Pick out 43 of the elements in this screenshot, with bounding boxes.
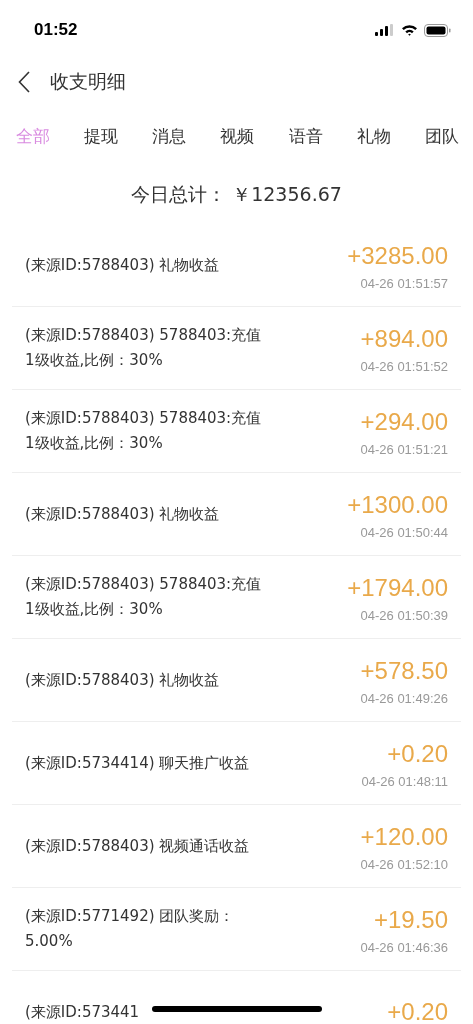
- record-time: 04-26 01:51:52: [360, 358, 448, 374]
- filter-tab[interactable]: 提现: [84, 124, 119, 148]
- record-amount: +1794.00: [347, 572, 448, 603]
- record-amount: +1300.00: [347, 489, 448, 520]
- filter-tab[interactable]: 礼物: [356, 124, 391, 148]
- record-amount: +0.20: [386, 738, 448, 769]
- status-time: 01:52: [34, 20, 78, 40]
- record-description: (来源ID:5734414) 聊天推广收益: [25, 752, 250, 774]
- record-description: (来源ID:5788403) 礼物收益: [25, 254, 220, 276]
- record-description: (来源ID:5788403) 5788403:充值1级收益,比例：30%: [25, 325, 263, 371]
- record-description: (来源ID:5788403) 视频通话收益: [25, 835, 250, 857]
- record-amount: +578.50: [360, 655, 448, 686]
- record-description: (来源ID:5788403) 礼物收益: [25, 669, 220, 691]
- page-title: 收支明细: [50, 69, 126, 94]
- record-amount: +894.00: [360, 323, 448, 354]
- wifi-icon: [401, 24, 418, 36]
- record-description: (来源ID:5771492) 团队奖励：5.00%: [25, 906, 236, 952]
- record-amount: +294.00: [360, 406, 448, 437]
- total-label: 今日总计：: [131, 183, 227, 205]
- record-description: (来源ID:5788403) 5788403:充值1级收益,比例：30%: [25, 408, 263, 454]
- record-time: 04-26 01:50:44: [359, 524, 448, 540]
- battery-icon: [424, 23, 451, 37]
- record-amount: +19.50: [372, 904, 448, 935]
- record-time: 04-26 01:46:36: [360, 939, 448, 955]
- record-description: (来源ID:5788403) 5788403:充值1级收益,比例：30%: [25, 574, 263, 620]
- signal-icon: [375, 24, 395, 36]
- total-amount: ￥12356.67: [232, 183, 342, 205]
- record-time: 04-26 01:49:26: [360, 690, 448, 706]
- filter-tab[interactable]: 语音: [288, 124, 323, 148]
- record-description: (来源ID:5788403) 礼物收益: [25, 503, 220, 525]
- record-amount: +0.20: [387, 997, 448, 1024]
- record-time: 04-26 01:48:11: [361, 773, 448, 789]
- record-time: 04-26 01:50:39: [359, 607, 448, 623]
- back-icon[interactable]: [18, 71, 30, 93]
- filter-tab[interactable]: 团队: [424, 124, 459, 148]
- record-time: 04-26 01:52:10: [360, 856, 448, 872]
- record-description: (来源ID:573441: [25, 1001, 140, 1023]
- record-amount: +120.00: [360, 821, 448, 852]
- record-time: 04-26 01:51:21: [360, 441, 448, 457]
- record-amount: +3285.00: [347, 240, 448, 271]
- filter-tab[interactable]: 视频: [220, 124, 255, 148]
- filter-tab[interactable]: 消息: [152, 124, 187, 148]
- record-time: 04-26 01:51:57: [359, 275, 448, 291]
